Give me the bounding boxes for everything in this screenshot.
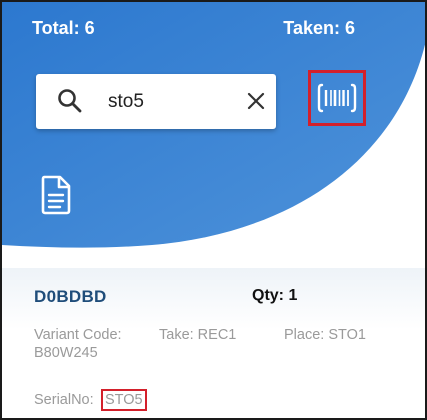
- close-icon[interactable]: [244, 89, 268, 113]
- serial-no-label: SerialNo:: [34, 392, 94, 408]
- item-qty: Qty: 1: [252, 287, 298, 304]
- total-count: Total: 6: [32, 18, 95, 38]
- barcode-scan-icon: [317, 83, 357, 113]
- take-label: Take: REC1: [159, 327, 237, 343]
- barcode-scan-button[interactable]: [308, 70, 366, 126]
- search-box[interactable]: [36, 74, 276, 129]
- header-panel: [2, 2, 425, 264]
- item-title: D0BDBD: [34, 287, 107, 306]
- header-background: [2, 2, 425, 248]
- search-icon: [58, 89, 82, 113]
- search-input[interactable]: [108, 88, 228, 116]
- variant-code-value: B80W245: [34, 345, 98, 361]
- app-screen: Total: 6 Taken: 6 D0B: [0, 0, 427, 420]
- counts-bar: Total: 6 Taken: 6: [32, 18, 355, 39]
- taken-count: Taken: 6: [283, 18, 355, 38]
- place-label: Place: STO1: [284, 327, 366, 343]
- variant-code-label: Variant Code:: [34, 327, 122, 343]
- document-icon[interactable]: [40, 175, 72, 215]
- serial-no-value: STO5: [101, 389, 147, 411]
